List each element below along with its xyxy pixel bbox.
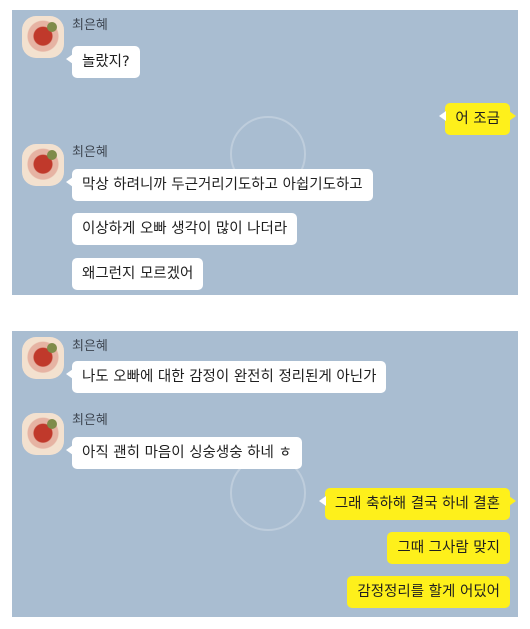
message-bubble[interactable]: 이상하게 오빠 생각이 많이 나더라 — [72, 213, 298, 245]
avatar[interactable] — [22, 413, 64, 455]
avatar[interactable] — [22, 144, 64, 186]
message-bubble[interactable]: 놀랐지? — [66, 46, 140, 78]
avatar[interactable] — [22, 16, 64, 58]
chat-screenshot-1: 최은혜 놀랐지? 어 조금 최은혜 막상 하려니까 두근거리기도하고 아쉽기도하… — [12, 10, 518, 295]
sender-name: 최은혜 — [72, 145, 108, 160]
sender-name: 최은혜 — [72, 413, 108, 428]
sender-name: 최은혜 — [72, 339, 108, 354]
message-bubble[interactable]: 막상 하려니까 두근거리기도하고 아쉽기도하고 — [66, 169, 373, 201]
sender-name: 최은혜 — [72, 18, 108, 33]
my-message-bubble[interactable]: 어 조금 — [439, 103, 516, 135]
message-bubble[interactable]: 나도 오빠에 대한 감정이 완전히 정리된게 아닌가 — [65, 361, 387, 393]
avatar[interactable] — [22, 337, 64, 379]
my-message-bubble[interactable]: 그때 그사람 맞지 — [387, 532, 510, 564]
my-message-bubble[interactable]: 감정정리를 할게 어딨어 — [347, 576, 510, 608]
chat-screenshot-2: 최은혜 나도 오빠에 대한 감정이 완전히 정리된게 아닌가 최은혜 아직 괜히… — [12, 331, 518, 617]
message-bubble[interactable]: 왜그런지 모르겠어 — [72, 258, 204, 290]
message-bubble[interactable]: 아직 괜히 마음이 싱숭생숭 하네 ㅎ — [66, 437, 302, 469]
my-message-bubble[interactable]: 그래 축하해 결국 하네 결혼 — [318, 488, 517, 520]
